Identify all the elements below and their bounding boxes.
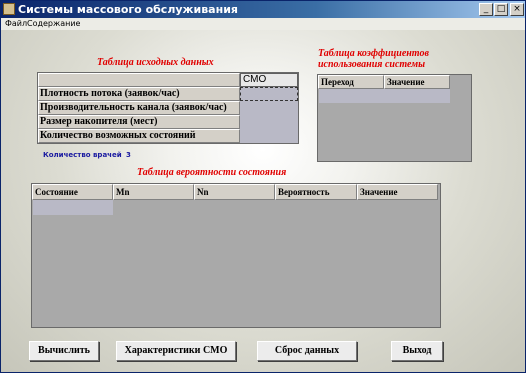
prob-table-title: Таблица вероятности состояния (137, 167, 287, 178)
coef-cell-value[interactable] (385, 89, 450, 103)
doctors-count-value: 3 (126, 151, 131, 159)
menu-file[interactable]: Файл (5, 19, 27, 28)
row-header-channel-capacity: Производительность канала (заявок/час) (38, 101, 240, 115)
source-table-title: Таблица исходных данных (97, 57, 214, 68)
coef-col-transition[interactable]: Переход (318, 75, 384, 89)
minimize-button[interactable]: _ (479, 3, 493, 16)
channel-capacity-input[interactable] (240, 101, 298, 115)
close-button[interactable]: × (510, 3, 524, 16)
states-count-input[interactable] (240, 129, 298, 143)
row-header-states-count: Количество возможных состояний (38, 129, 240, 143)
exit-button[interactable]: Выход (391, 341, 443, 361)
prob-col-nn[interactable]: Nn (194, 184, 275, 200)
app-icon (3, 3, 15, 15)
row-header-storage-size: Размер накопителя (мест) (38, 115, 240, 129)
menu-bar: Файл Содержание (1, 18, 525, 30)
row-header-flow-density: Плотность потока (заявок/час) (38, 87, 240, 101)
cmo-column-header[interactable]: СМО (240, 73, 298, 87)
coef-cell-transition[interactable] (319, 89, 385, 103)
prob-cell-state[interactable] (33, 200, 113, 215)
window-title: Системы массового обслуживания (18, 3, 238, 16)
source-table: СМО Плотность потока (заявок/час) Произв… (37, 72, 299, 144)
main-window: Системы массового обслуживания _ □ × Фай… (0, 0, 526, 373)
calculate-button[interactable]: Вычислить (29, 341, 99, 361)
prob-col-state[interactable]: Состояние (32, 184, 113, 200)
reset-button[interactable]: Сброс данных (257, 341, 357, 361)
coef-col-value[interactable]: Значение (384, 75, 450, 89)
source-table-corner (38, 73, 240, 87)
menu-contents[interactable]: Содержание (27, 19, 80, 28)
characteristics-button[interactable]: Характеристики СМО (116, 341, 236, 361)
client-area: Таблица исходных данных СМО Плотность по… (1, 30, 525, 372)
title-bar[interactable]: Системы массового обслуживания _ □ × (1, 1, 525, 18)
coef-table-title-line2: использования системы (318, 59, 426, 70)
flow-density-input[interactable] (240, 87, 298, 101)
prob-col-probability[interactable]: Вероятность (275, 184, 357, 200)
storage-size-input[interactable] (240, 115, 298, 129)
prob-table: Состояние Mn Nn Вероятность Значение (31, 183, 441, 328)
doctors-count-label: Количество врачей (43, 151, 122, 159)
prob-col-value[interactable]: Значение (357, 184, 438, 200)
coef-table-title-line1: Таблица коэффициентов (318, 48, 429, 59)
prob-col-mn[interactable]: Mn (113, 184, 194, 200)
coef-table: Переход Значение (317, 74, 472, 162)
maximize-button[interactable]: □ (494, 3, 508, 16)
